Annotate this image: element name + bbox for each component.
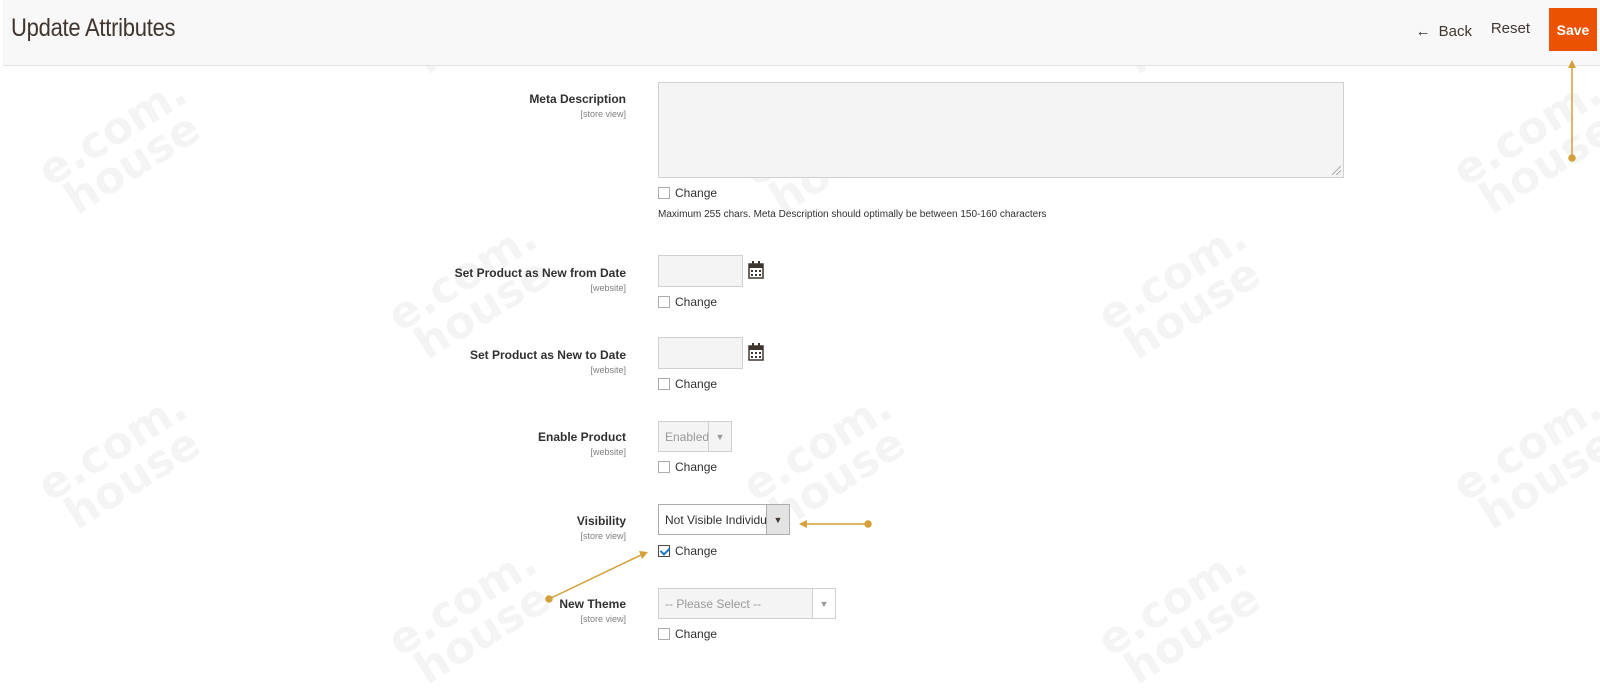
new-theme-change[interactable]: Change (658, 626, 717, 642)
reset-button[interactable]: Reset (1491, 20, 1530, 42)
new-theme-label: New Theme (559, 597, 626, 611)
chevron-down-icon: ▼ (708, 422, 731, 451)
watermark: e.com.house (29, 66, 213, 225)
visibility-select[interactable]: Not Visible Individually ▼ (658, 504, 790, 535)
calendar-icon[interactable] (748, 343, 764, 361)
new-to-date-change-checkbox[interactable] (658, 378, 670, 390)
change-label: Change (675, 377, 718, 391)
page-actions: ← Back Reset Save (1300, 0, 1600, 66)
new-to-date-label: Set Product as New to Date (469, 348, 626, 362)
meta-description-note: Maximum 255 chars. Meta Description shou… (658, 209, 1047, 220)
visibility-label: Visibility (576, 514, 626, 528)
visibility-change[interactable]: Change (658, 543, 717, 559)
watermark: e.com.house (1089, 211, 1273, 370)
watermark: e.com.house (1444, 381, 1600, 540)
save-button[interactable]: Save (1549, 8, 1597, 51)
enable-product-select[interactable]: Enabled ▼ (658, 421, 732, 452)
change-label: Change (675, 460, 718, 474)
resize-grip-icon[interactable] (1332, 166, 1341, 175)
new-theme-scope: [store view] (580, 614, 626, 624)
new-from-date-change[interactable]: Change (658, 294, 717, 310)
new-from-date-label: Set Product as New from Date (454, 266, 626, 280)
watermark: e.com.house (1444, 66, 1600, 225)
meta-description-label: Meta Description (529, 92, 626, 106)
enable-product-scope: [website] (590, 447, 626, 457)
calendar-icon[interactable] (748, 261, 764, 279)
new-from-date-input[interactable] (658, 255, 743, 287)
enable-product-value: Enabled (665, 429, 708, 444)
back-button-label: Back (1438, 22, 1472, 40)
visibility-scope: [store view] (580, 531, 626, 541)
watermark: e.com.house (1089, 536, 1273, 695)
meta-description-change-checkbox[interactable] (658, 187, 670, 199)
enable-product-change-checkbox[interactable] (658, 461, 670, 473)
new-to-date-change[interactable]: Change (658, 376, 717, 392)
meta-description-textarea[interactable] (658, 82, 1344, 178)
chevron-down-icon: ▼ (812, 589, 835, 618)
chevron-down-icon: ▼ (766, 505, 789, 534)
watermark: e.com.house (29, 381, 213, 540)
arrow-left-icon: ← (1415, 22, 1431, 40)
enable-product-change[interactable]: Change (658, 459, 717, 475)
enable-product-label: Enable Product (537, 430, 626, 444)
new-to-date-input[interactable] (658, 337, 743, 369)
change-label: Change (675, 544, 718, 558)
page-title: Update Attributes (11, 14, 176, 42)
new-theme-change-checkbox[interactable] (658, 628, 670, 640)
new-to-date-scope: [website] (590, 365, 626, 375)
new-theme-value: -- Please Select -- (665, 596, 762, 611)
new-from-date-change-checkbox[interactable] (658, 296, 670, 308)
change-label: Change (675, 627, 718, 641)
change-label: Change (675, 295, 718, 309)
meta-description-scope: [store view] (580, 109, 626, 119)
meta-description-change[interactable]: Change (658, 185, 717, 201)
visibility-change-checkbox[interactable] (658, 545, 670, 557)
back-button[interactable]: ← Back (1416, 20, 1472, 42)
change-label: Change (675, 186, 718, 200)
visibility-value: Not Visible Individually (665, 512, 766, 527)
page-header: Update Attributes ← Back Reset Save (3, 0, 1600, 66)
new-theme-select[interactable]: -- Please Select -- ▼ (658, 588, 836, 619)
new-from-date-scope: [website] (590, 283, 626, 293)
watermark: e.com.house (379, 211, 563, 370)
watermark: e.com.house (379, 536, 563, 695)
